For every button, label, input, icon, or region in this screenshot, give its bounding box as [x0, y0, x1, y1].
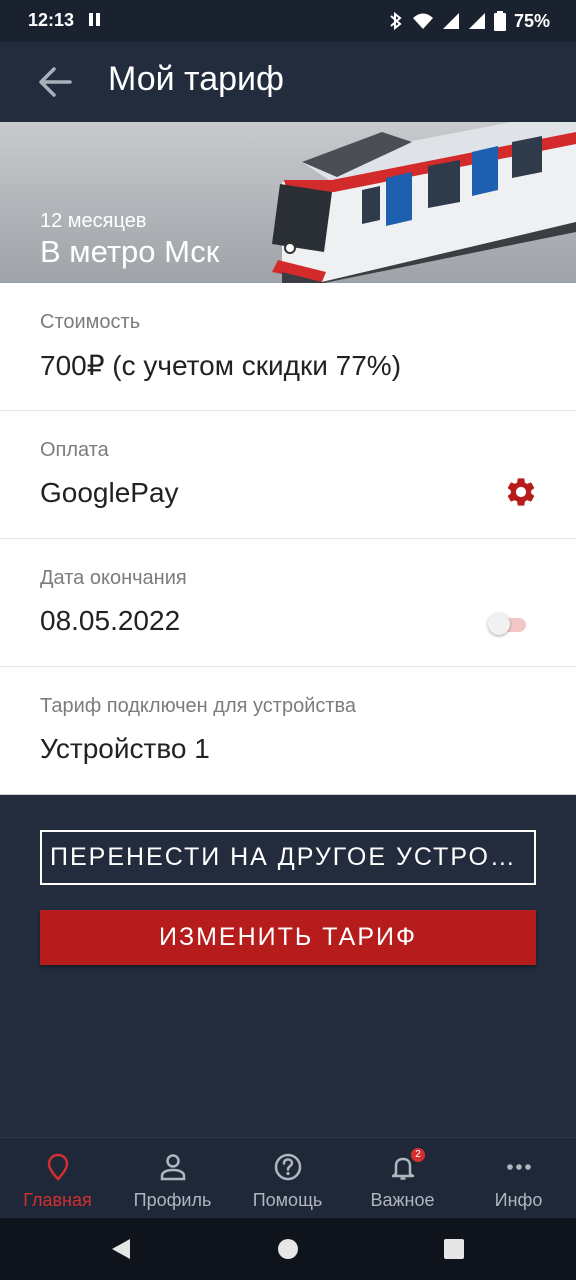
- more-horizontal-icon: [506, 1164, 531, 1170]
- person-icon: [160, 1154, 185, 1181]
- bluetooth-icon: [390, 11, 402, 31]
- cost-value: 700₽ (с учетом скидки 77%): [40, 350, 402, 381]
- gear-icon[interactable]: [504, 475, 538, 509]
- status-bar: 12:13 75%: [0, 0, 576, 42]
- end-date-label: Дата окончания: [40, 567, 187, 589]
- tab-info[interactable]: Инфо: [461, 1138, 576, 1219]
- device-row: Тариф подключен для устройства Устройств…: [0, 667, 576, 795]
- signal-icon: [442, 13, 459, 29]
- tab-important[interactable]: 2 Важное: [345, 1138, 460, 1219]
- end-date-value: 08.05.2022: [40, 605, 181, 636]
- payment-value: GooglePay: [40, 477, 179, 508]
- tariff-name: В метро Мск: [40, 234, 220, 269]
- tab-home[interactable]: Главная: [0, 1138, 115, 1219]
- status-icons: 75%: [388, 8, 550, 34]
- bottom-navigation: Главная Профиль Помощь 2 Важное Инфо: [0, 1137, 576, 1219]
- toggle-knob: [488, 613, 510, 635]
- signal-2-icon: [468, 13, 485, 29]
- help-circle-icon: [274, 1153, 301, 1181]
- change-tariff-button[interactable]: ИЗМЕНИТЬ ТАРИФ: [40, 910, 536, 965]
- tariff-details: Стоимость 700₽ (с учетом скидки 77%) Опл…: [0, 283, 576, 795]
- location-pin-icon: [47, 1153, 68, 1181]
- system-navigation-bar: [0, 1218, 576, 1280]
- app-bar: Мой тариф: [0, 42, 576, 122]
- tab-profile-label: Профиль: [133, 1190, 212, 1210]
- device-value: Устройство 1: [40, 733, 210, 764]
- arrow-left-icon[interactable]: [36, 64, 76, 100]
- tab-help[interactable]: Помощь: [230, 1138, 345, 1219]
- battery-percent: 75%: [513, 10, 550, 31]
- tab-home-label: Главная: [23, 1190, 92, 1210]
- recents-square-icon[interactable]: [441, 1236, 467, 1262]
- cost-row: Стоимость 700₽ (с учетом скидки 77%): [0, 283, 576, 411]
- tab-profile[interactable]: Профиль: [115, 1138, 230, 1219]
- transfer-device-label: ПЕРЕНЕСТИ НА ДРУГОЕ УСТРОЙСТВО: [50, 843, 526, 871]
- page-title: Мой тариф: [108, 60, 285, 98]
- notification-badge: 2: [411, 1148, 425, 1162]
- cost-label: Стоимость: [40, 311, 141, 333]
- pause-icon: [89, 13, 100, 26]
- device-label: Тариф подключен для устройства: [40, 695, 357, 717]
- tab-help-label: Помощь: [252, 1190, 323, 1210]
- payment-row[interactable]: Оплата GooglePay: [0, 411, 576, 539]
- home-circle-icon[interactable]: [275, 1236, 301, 1262]
- battery-icon: [493, 11, 506, 31]
- wifi-icon: [412, 13, 433, 29]
- auto-renew-toggle[interactable]: [488, 613, 526, 635]
- tab-important-label: Важное: [370, 1190, 435, 1210]
- back-triangle-icon[interactable]: [108, 1236, 134, 1262]
- change-tariff-label: ИЗМЕНИТЬ ТАРИФ: [159, 923, 417, 951]
- tariff-period: 12 месяцев: [40, 210, 147, 232]
- end-date-row: Дата окончания 08.05.2022: [0, 539, 576, 667]
- metro-train-image: [272, 122, 576, 283]
- transfer-device-button[interactable]: ПЕРЕНЕСТИ НА ДРУГОЕ УСТРОЙСТВО: [40, 830, 536, 885]
- payment-label: Оплата: [40, 439, 109, 461]
- tariff-banner: 12 месяцев В метро Мск: [0, 122, 576, 283]
- tab-info-label: Инфо: [494, 1190, 543, 1210]
- status-time: 12:13: [28, 10, 75, 30]
